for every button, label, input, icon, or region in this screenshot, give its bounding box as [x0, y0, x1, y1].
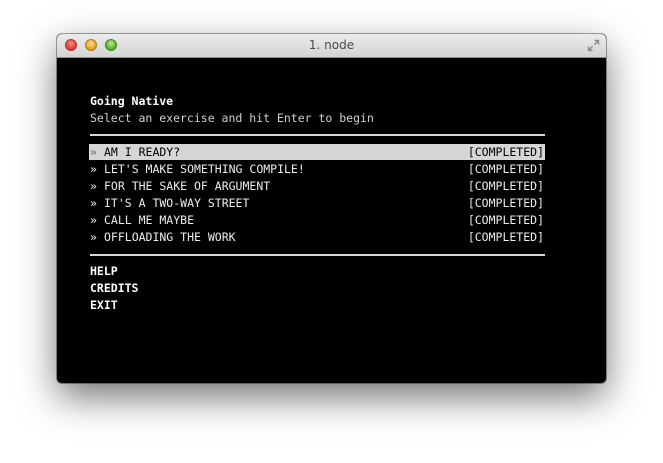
title-bar[interactable]: 1. node: [57, 34, 606, 58]
chevron-right-icon: »: [90, 162, 97, 176]
exercise-menu-item[interactable]: » FOR THE SAKE OF ARGUMENT [COMPLETED]: [89, 178, 545, 194]
exercise-menu-item[interactable]: » LET'S MAKE SOMETHING COMPILE! [COMPLETED…: [89, 161, 545, 177]
terminal-window: 1. node Going Native Select an exercise …: [57, 34, 606, 383]
exercise-menu-item[interactable]: » IT'S A TWO-WAY STREET [COMPLETED]: [89, 195, 545, 211]
top-divider: [90, 134, 545, 136]
menu-item-credits[interactable]: CREDITS: [90, 280, 138, 297]
terminal-content[interactable]: Going Native Select an exercise and hit …: [57, 58, 606, 383]
menu-item-exit[interactable]: EXIT: [90, 297, 118, 314]
chevron-right-icon: »: [90, 179, 97, 193]
bottom-divider: [90, 254, 545, 256]
chevron-right-icon: »: [90, 196, 97, 210]
exercise-status: [COMPLETED]: [467, 213, 544, 227]
menu-item-help[interactable]: HELP: [90, 263, 118, 280]
exercise-status: [COMPLETED]: [467, 162, 544, 176]
exercise-status: [COMPLETED]: [467, 179, 544, 193]
window-title: 1. node: [308, 38, 355, 52]
exercise-menu-item[interactable]: » CALL ME MAYBE [COMPLETED]: [89, 212, 545, 228]
chevron-right-icon: »: [90, 213, 97, 227]
fullscreen-icon[interactable]: [587, 39, 600, 52]
exercise-label: LET'S MAKE SOMETHING COMPILE!: [104, 162, 305, 176]
exercise-status: [COMPLETED]: [467, 145, 544, 159]
exercise-menu-item[interactable]: » AM I READY? [COMPLETED]: [89, 144, 545, 160]
exercise-label: FOR THE SAKE OF ARGUMENT: [104, 179, 271, 193]
exercise-menu-item[interactable]: » OFFLOADING THE WORK [COMPLETED]: [89, 229, 545, 245]
exercise-status: [COMPLETED]: [467, 230, 544, 244]
chevron-right-icon: »: [90, 230, 97, 244]
chevron-right-icon: »: [90, 145, 97, 159]
exercise-status: [COMPLETED]: [467, 196, 544, 210]
exercise-label: OFFLOADING THE WORK: [104, 230, 236, 244]
menu-title: Going Native: [90, 94, 174, 108]
exercise-label: CALL ME MAYBE: [104, 213, 195, 227]
menu-subtitle: Select an exercise and hit Enter to begi…: [90, 111, 374, 125]
exercise-label: AM I READY?: [104, 145, 181, 159]
exercise-label: IT'S A TWO-WAY STREET: [104, 196, 250, 210]
